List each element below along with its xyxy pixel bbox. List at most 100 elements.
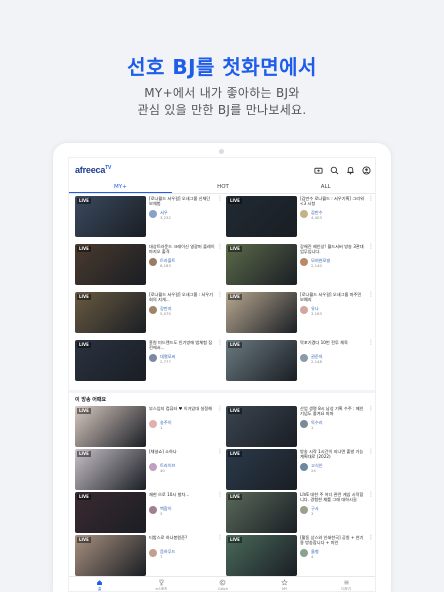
stream-thumbnail[interactable]: LIVE bbox=[75, 449, 146, 490]
more-options-icon[interactable]: ⋮ bbox=[217, 492, 223, 498]
live-card[interactable]: LIVE 막포기겠다 10번 전투 체육 ⋮ 권준의 2,148 bbox=[226, 340, 374, 388]
live-card[interactable]: LIVE [감만수 로나월드 : 서우기획] 그리워 <3 시청 ⋮ 감만수 4,403 bbox=[226, 196, 374, 244]
avatar[interactable] bbox=[300, 258, 308, 266]
live-card[interactable]: LIVE LIVE 대한 주 어디 관련 게임 시작합니다. 경험한 채를 그래 … bbox=[226, 492, 374, 540]
avatar[interactable] bbox=[300, 210, 308, 218]
stream-title[interactable]: 재현 으로 10시 발차... bbox=[149, 492, 215, 497]
stream-thumbnail[interactable]: LIVE bbox=[75, 535, 146, 576]
stream-thumbnail[interactable]: LIVE bbox=[226, 449, 297, 490]
nav-more[interactable]: 더보기 bbox=[315, 577, 375, 591]
avatar[interactable] bbox=[149, 210, 157, 218]
more-options-icon[interactable]: ⋮ bbox=[217, 196, 223, 202]
more-options-icon[interactable]: ⋮ bbox=[368, 292, 374, 298]
live-badge: LIVE bbox=[77, 451, 91, 457]
avatar[interactable] bbox=[149, 354, 157, 362]
stream-title[interactable]: [채널쇼] 소하나 bbox=[149, 449, 215, 454]
stream-thumbnail[interactable]: LIVE bbox=[226, 406, 297, 447]
avatar[interactable] bbox=[300, 354, 308, 362]
stream-thumbnail[interactable]: LIVE bbox=[75, 492, 146, 533]
tab-my-plus[interactable]: MY+ bbox=[69, 182, 172, 193]
avatar[interactable] bbox=[149, 549, 157, 557]
live-card[interactable]: LIVE [로나월드 서우걸] 오새그룹 마주민 보예지 ⋮ 유나 3,163 bbox=[226, 292, 374, 340]
nav-catch[interactable]: Catch bbox=[192, 577, 254, 591]
stream-title[interactable]: [로나월드 서우걸] 오새그룹 : 서우기회의 지게... bbox=[149, 292, 215, 302]
stream-title[interactable]: 티밤스로 하나봉원준? bbox=[149, 535, 215, 540]
more-options-icon[interactable]: ⋮ bbox=[368, 196, 374, 202]
viewer-count: 4 bbox=[311, 554, 314, 559]
stream-thumbnail[interactable]: LIVE bbox=[226, 535, 297, 576]
avatar[interactable] bbox=[149, 420, 157, 428]
stream-title[interactable]: 막포기겠다 10번 전투 체육 bbox=[300, 340, 366, 345]
avatar[interactable] bbox=[149, 506, 157, 514]
avatar[interactable] bbox=[300, 306, 308, 314]
stream-title[interactable]: 방송 시작 1시간이 지나면 출발 가능 계획대로 (2022) bbox=[300, 449, 366, 459]
nav-home[interactable]: 홈 bbox=[69, 577, 131, 591]
more-options-icon[interactable]: ⋮ bbox=[368, 449, 374, 455]
live-badge: LIVE bbox=[228, 537, 242, 543]
stream-title[interactable]: LIVE 대한 주 어디 관련 게임 시작합니다. 경험한 채를 그래 대하시길 bbox=[300, 492, 366, 502]
live-card[interactable]: LIVE 산업 생명 8시 남성 기획 수주 : 메인 기념도 즐겨요 마마 ⋮ 독수… bbox=[226, 406, 374, 454]
avatar[interactable] bbox=[149, 306, 157, 314]
live-card[interactable]: LIVE 방송 시작 1시간이 지나면 출발 가능 계획대로 (2022) ⋮ 고식인… bbox=[226, 449, 374, 497]
nav-my[interactable]: MY bbox=[254, 577, 316, 591]
more-options-icon[interactable]: ⋮ bbox=[217, 406, 223, 412]
stream-title[interactable]: 대상트라운드 크래이신 영광머 플레이마지오 출격 bbox=[149, 244, 215, 254]
broadcast-icon[interactable] bbox=[314, 166, 323, 175]
stream-thumbnail[interactable]: LIVE bbox=[226, 492, 297, 533]
stream-thumbnail[interactable]: LIVE bbox=[75, 406, 146, 447]
promo-title: 선호 BJ를 첫화면에서 bbox=[127, 55, 317, 79]
more-options-icon[interactable]: ⋮ bbox=[368, 492, 374, 498]
stream-thumbnail[interactable]: LIVE bbox=[226, 196, 297, 237]
live-card[interactable]: LIVE 대상트라운드 크래이신 영광머 플레이마지오 출격 ⋮ 트라볼트 6,183 bbox=[75, 244, 223, 292]
stream-title[interactable]: 흥원 미드랜드도 인기방에 법체험 짐전에서... bbox=[149, 340, 215, 350]
stream-thumbnail[interactable]: LIVE bbox=[75, 244, 146, 285]
more-options-icon[interactable]: ⋮ bbox=[217, 292, 223, 298]
bell-icon[interactable] bbox=[346, 166, 355, 175]
nav-label-my: MY bbox=[281, 587, 288, 591]
avatar[interactable] bbox=[300, 506, 308, 514]
more-options-icon[interactable]: ⋮ bbox=[217, 449, 223, 455]
avatar[interactable] bbox=[300, 549, 308, 557]
live-card[interactable]: LIVE 강해진 제인상! 월드서버 방송 3관대 업무입니다. ⋮ 모여현모빌 2,1… bbox=[226, 244, 374, 292]
stream-title[interactable]: [로나월드 서우걸] 오새그룹 신체단 보체험 bbox=[149, 196, 215, 206]
more-options-icon[interactable]: ⋮ bbox=[217, 535, 223, 541]
avatar[interactable] bbox=[300, 420, 308, 428]
tab-all[interactable]: ALL bbox=[274, 182, 375, 193]
live-card[interactable]: LIVE [로나월드 서우걸] 오새그룹 신체단 보체험 ⋮ 서우 3,232 bbox=[75, 196, 223, 244]
viewer-count: 24 bbox=[311, 468, 316, 473]
viewer-count: 5,070 bbox=[160, 311, 171, 316]
live-card[interactable]: LIVE 재현 으로 10시 발차... ⋮ 백합이 3 bbox=[75, 492, 223, 540]
stream-thumbnail[interactable]: LIVE bbox=[226, 340, 297, 381]
stream-thumbnail[interactable]: LIVE bbox=[75, 340, 146, 381]
home-icon bbox=[97, 579, 103, 585]
stream-title[interactable]: 산업 생명 8시 남성 기획 수주 : 메인 기념도 즐겨요 마마 bbox=[300, 406, 366, 416]
stream-title[interactable]: 강해진 제인상! 월드서버 방송 3관대 업무입니다. bbox=[300, 244, 366, 254]
stream-thumbnail[interactable]: LIVE bbox=[75, 292, 146, 333]
live-card[interactable]: LIVE 흥원 미드랜드도 인기방에 법체험 짐전에서... ⋮ 대열모씨 2,777 bbox=[75, 340, 223, 388]
stream-title[interactable]: [로나월드 서우걸] 오새그룹 마주민 보예지 bbox=[300, 292, 366, 302]
more-options-icon[interactable]: ⋮ bbox=[368, 244, 374, 250]
more-options-icon[interactable]: ⋮ bbox=[217, 340, 223, 346]
more-options-icon[interactable]: ⋮ bbox=[368, 535, 374, 541]
profile-icon[interactable] bbox=[362, 165, 371, 175]
stream-title[interactable]: [감만수 로나월드 : 서우기획] 그리워 <3 시청 bbox=[300, 196, 366, 206]
nav-esports[interactable]: e스포츠 bbox=[131, 577, 193, 591]
viewer-count: 7 bbox=[160, 554, 163, 559]
more-options-icon[interactable]: ⋮ bbox=[368, 340, 374, 346]
avatar[interactable] bbox=[149, 258, 157, 266]
more-options-icon[interactable]: ⋮ bbox=[368, 406, 374, 412]
stream-title[interactable]: [활동 상스와 인쇄한국] 공원 + 연기용 방송합니다 + 마인 bbox=[300, 535, 366, 545]
app-logo[interactable]: afreecaTV bbox=[75, 165, 111, 175]
avatar[interactable] bbox=[149, 463, 157, 471]
stream-thumbnail[interactable]: LIVE bbox=[226, 292, 297, 333]
live-card[interactable]: LIVE [채널쇼] 소하나 ⋮ 트라이브 40 bbox=[75, 449, 223, 497]
live-card[interactable]: LIVE [로나월드 서우걸] 오새그룹 : 서우기회의 지게... ⋮ 강만지 5,0… bbox=[75, 292, 223, 340]
live-card[interactable]: LIVE 부스입지 컴퓨터 ♥ 이거있대 실정해 ⋮ 송주이 1 bbox=[75, 406, 223, 454]
more-options-icon[interactable]: ⋮ bbox=[217, 244, 223, 250]
tab-hot[interactable]: HOT bbox=[172, 182, 275, 193]
search-icon[interactable] bbox=[330, 166, 339, 175]
stream-thumbnail[interactable]: LIVE bbox=[75, 196, 146, 237]
stream-title[interactable]: 부스입지 컴퓨터 ♥ 이거있대 실정해 bbox=[149, 406, 215, 411]
stream-thumbnail[interactable]: LIVE bbox=[226, 244, 297, 285]
avatar[interactable] bbox=[300, 463, 308, 471]
